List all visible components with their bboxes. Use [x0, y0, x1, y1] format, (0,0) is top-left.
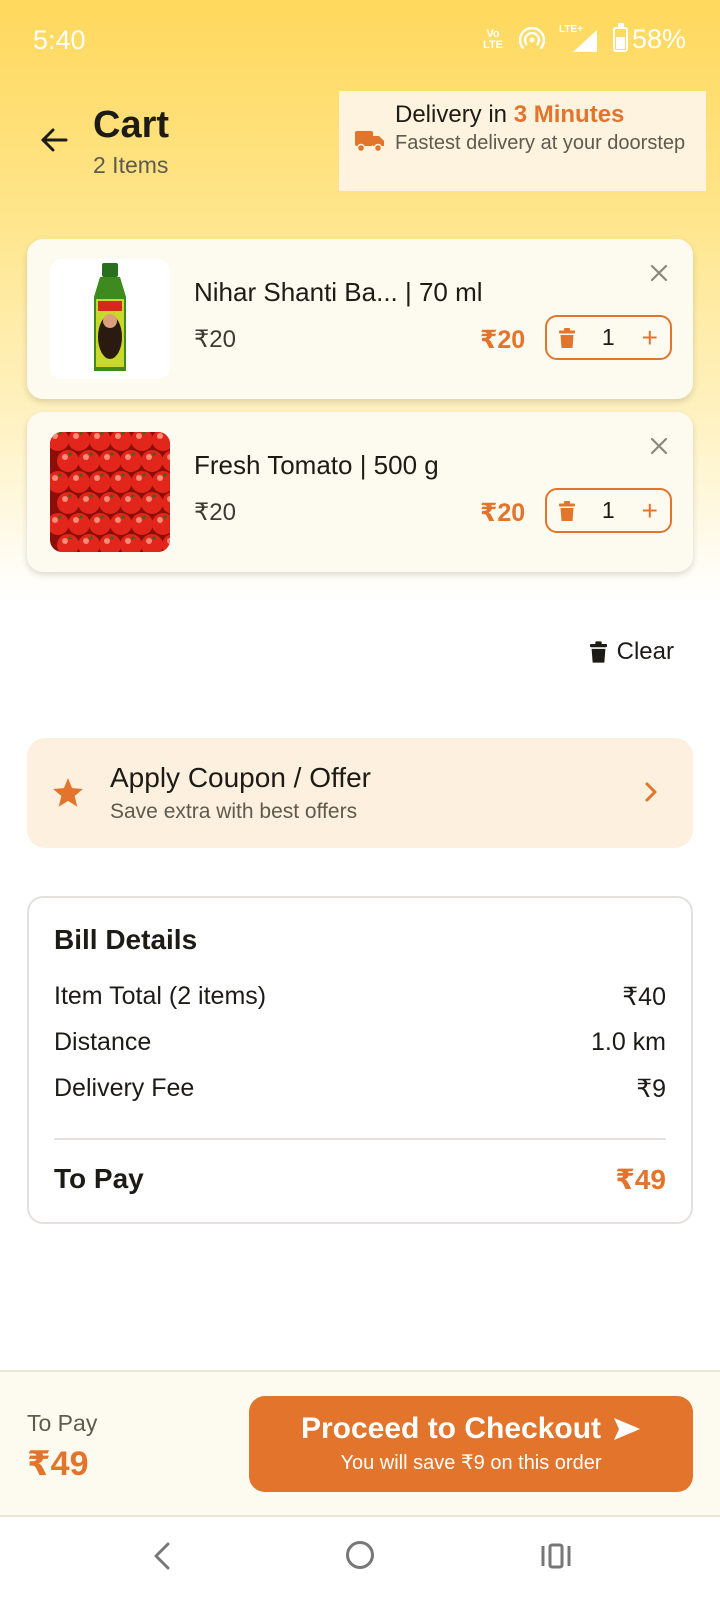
cart-item: Nihar Shanti Ba... | 70 ml ₹20 ₹20 1 + — [27, 239, 693, 399]
item-mrp: ₹20 — [194, 326, 236, 353]
cart-item: Fresh Tomato | 500 g ₹20 ₹20 1 + — [27, 412, 693, 572]
to-pay-amount: ₹49 — [27, 1445, 89, 1483]
quantity-stepper: 1 + — [545, 488, 672, 533]
truck-icon — [355, 131, 384, 153]
checkout-label-row: Proceed to Checkout — [249, 1412, 693, 1446]
checkout-button[interactable]: Proceed to Checkout You will save ₹9 on … — [249, 1396, 693, 1492]
bill-row-label: Delivery Fee — [54, 1074, 195, 1102]
close-icon[interactable] — [647, 261, 671, 285]
system-nav-bar — [0, 1519, 720, 1600]
item-mrp: ₹20 — [194, 499, 236, 526]
battery-percent: 58% — [631, 24, 686, 54]
divider — [54, 1138, 666, 1140]
item-price: ₹20 — [480, 499, 526, 527]
status-time: 5:40 — [33, 25, 86, 55]
signal-icon: LTE+ — [559, 24, 599, 54]
status-bar: 5:40 Vo LTE LTE+ 58% — [0, 0, 720, 84]
clear-label: Clear — [616, 638, 674, 665]
close-icon[interactable] — [647, 434, 671, 458]
delivery-banner: Delivery in 3 Minutes Fastest delivery a… — [339, 91, 706, 191]
trash-icon[interactable] — [559, 500, 575, 521]
total-label: To Pay — [54, 1163, 144, 1194]
increase-button[interactable]: + — [642, 496, 658, 525]
bill-row-label: Distance — [54, 1028, 152, 1056]
status-icons: Vo LTE LTE+ 58% — [481, 23, 686, 55]
coupon-subtitle: Save extra with best offers — [110, 800, 358, 823]
total-value: ₹49 — [615, 1164, 666, 1195]
page-title: Cart — [93, 104, 170, 146]
quantity-value: 1 — [601, 324, 615, 350]
hair-oil-bottle-image — [50, 259, 170, 379]
back-button[interactable] — [34, 120, 74, 160]
bill-total: To Pay ₹49 — [54, 1163, 666, 1196]
item-count: 2 Items — [93, 152, 169, 178]
back-arrow-icon — [41, 128, 68, 152]
delivery-subtitle: Fastest delivery at your doorstep — [395, 132, 686, 154]
item-price: ₹20 — [480, 326, 526, 354]
star-icon — [53, 778, 83, 807]
bill-row-value: 1.0 km — [590, 1028, 666, 1056]
volte-icon: Vo LTE — [482, 27, 503, 51]
bill-details-card: Bill Details Item Total (2 items) ₹40 Di… — [27, 896, 693, 1224]
delivery-time: 3 Minutes — [513, 101, 625, 128]
clear-cart-button[interactable]: Clear — [589, 638, 674, 666]
battery-indicator: 58% — [612, 23, 686, 55]
bill-row-value: ₹9 — [636, 1075, 666, 1103]
chevron-right-icon — [645, 782, 657, 802]
apply-coupon-button[interactable]: Apply Coupon / Offer Save extra with bes… — [27, 738, 693, 848]
bill-row-value: ₹40 — [622, 983, 666, 1011]
increase-button[interactable]: + — [642, 323, 658, 352]
bill-row: Delivery Fee ₹9 — [54, 1074, 666, 1104]
bill-title: Bill Details — [54, 924, 198, 955]
coupon-title: Apply Coupon / Offer — [110, 762, 371, 793]
tomatoes-image — [50, 432, 170, 552]
bill-row-label: Item Total (2 items) — [54, 982, 267, 1010]
checkout-label: Proceed to Checkout — [300, 1412, 602, 1445]
nav-home-icon[interactable] — [346, 1541, 374, 1569]
nav-recent-apps-icon[interactable] — [541, 1543, 571, 1569]
to-pay-label: To Pay — [27, 1410, 98, 1436]
delivery-title: Delivery in 3 Minutes — [395, 101, 625, 128]
item-name: Fresh Tomato | 500 g — [194, 450, 439, 480]
item-name: Nihar Shanti Ba... | 70 ml — [194, 277, 483, 307]
bill-row: Distance 1.0 km — [54, 1028, 666, 1057]
checkout-savings: You will save ₹9 on this order — [340, 1452, 602, 1474]
nav-back-icon[interactable] — [150, 1541, 174, 1571]
hotspot-icon — [518, 26, 545, 49]
checkout-bar: To Pay ₹49 Proceed to Checkout You will … — [0, 1370, 720, 1517]
trash-icon — [589, 641, 607, 663]
quantity-value: 1 — [601, 497, 615, 523]
bill-row: Item Total (2 items) ₹40 — [54, 982, 666, 1012]
battery-icon — [612, 23, 628, 52]
trash-icon[interactable] — [559, 327, 575, 348]
quantity-stepper: 1 + — [545, 315, 672, 360]
send-icon — [614, 1418, 641, 1440]
